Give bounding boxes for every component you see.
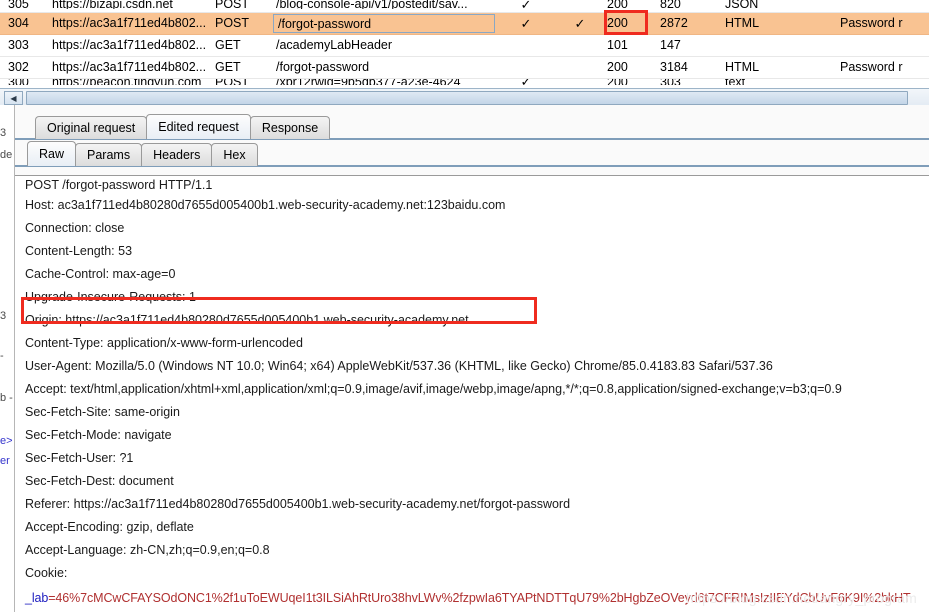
tab-response[interactable]: Response xyxy=(249,116,331,139)
row-method: GET xyxy=(215,60,241,74)
row-title: Password r xyxy=(840,16,903,30)
tab-params[interactable]: Params xyxy=(75,143,143,166)
request-header-line: Referer: https://ac3a1f711ed4b80280d7655… xyxy=(25,497,571,511)
row-path: /academyLabHeader xyxy=(276,38,393,52)
row-length: 2872 xyxy=(660,16,688,30)
row-id: 302 xyxy=(8,60,29,74)
row-length: 147 xyxy=(660,38,681,52)
row-id: 304 xyxy=(8,16,29,30)
row-mime: JSON xyxy=(725,0,759,9)
table-row[interactable]: 303 https://ac3a1f711ed4b802... GET/academ… xyxy=(0,35,929,57)
row-host: https://bizapi.csdn.net xyxy=(52,0,173,9)
row-host: https://ac3a1f711ed4b802... xyxy=(52,60,207,74)
tab-edited-request[interactable]: Edited request xyxy=(146,114,251,139)
row-id: 300 xyxy=(8,79,44,85)
row-method: POST xyxy=(215,79,260,85)
row-edited: ✓ xyxy=(520,0,532,9)
row-path: /forgot-password xyxy=(273,14,495,33)
row-path: /forgot-password xyxy=(276,60,370,74)
gutter-hint: e> xyxy=(0,435,13,447)
request-header-line: Accept-Encoding: gzip, deflate xyxy=(25,520,194,534)
gutter-hint: - xyxy=(0,350,4,362)
request-header-line: Accept: text/html,application/xhtml+xml,… xyxy=(25,382,842,396)
tab-raw[interactable]: Raw xyxy=(27,141,77,166)
view-tab-bar: Raw Params Headers Hex xyxy=(15,141,929,167)
row-method: GET xyxy=(215,38,241,52)
table-row[interactable]: 302 https://ac3a1f711ed4b802... GET/forgot… xyxy=(0,57,929,79)
row-length: 3184 xyxy=(660,60,688,74)
message-editor-panel: Original request Edited request Response R… xyxy=(14,105,929,613)
row-host: https://ac3a1f711ed4b802... xyxy=(52,16,207,30)
row-method: POST xyxy=(215,0,250,9)
tab-headers[interactable]: Headers xyxy=(141,143,213,166)
request-header-line: Cache-Control: max-age=0 xyxy=(25,267,176,281)
scroll-left-arrow-icon[interactable]: ◀ xyxy=(4,91,23,105)
row-length: 820 xyxy=(660,0,681,9)
left-gutter: 3 de 3 - b - e> er xyxy=(0,105,14,612)
request-header-line: User-Agent: Mozilla/5.0 (Windows NT 10.0… xyxy=(25,359,773,373)
row-mime: text xyxy=(725,79,785,85)
row-host: https://beacon.tingyun.com xyxy=(52,79,207,85)
scrollbar-thumb[interactable] xyxy=(26,91,908,105)
row-mime: HTML xyxy=(725,60,760,74)
request-header-line: Content-Type: application/x-www-form-url… xyxy=(25,336,303,350)
request-header-line: Sec-Fetch-Dest: document xyxy=(25,474,174,488)
row-title: Password r xyxy=(840,60,903,74)
row-edited: ✓ xyxy=(520,16,532,31)
row-length: 303 xyxy=(660,79,700,85)
gutter-hint: 3 xyxy=(0,310,7,322)
row-mime: HTML xyxy=(725,16,760,30)
cookie-name-lab: _lab xyxy=(25,591,49,605)
status-annotation-box xyxy=(604,10,648,35)
message-tab-bar: Original request Edited request Response xyxy=(15,114,929,140)
row-path: /blog-console-api/v1/postedit/sav... xyxy=(276,0,468,9)
row-id: 303 xyxy=(8,38,29,52)
table-row[interactable]: 304 https://ac3a1f711ed4b802... POST/forgo… xyxy=(0,13,929,35)
request-header-line: Sec-Fetch-Site: same-origin xyxy=(25,405,180,419)
row-params: ✓ xyxy=(574,16,586,31)
proxy-history-table[interactable]: 305 https://bizapi.csdn.net POST/blog-cons… xyxy=(0,0,929,92)
raw-request-viewer[interactable]: POST /forgot-password HTTP/1.1 Host: ac3… xyxy=(15,175,929,613)
watermark: https://blog.csdn.net/angry_program xyxy=(685,590,917,606)
row-id: 305 xyxy=(8,0,29,9)
gutter-hint: er xyxy=(0,455,10,467)
row-method: POST xyxy=(215,16,250,30)
row-status: 200 xyxy=(607,60,628,74)
gutter-hint: 3 xyxy=(0,127,7,139)
gutter-hint: de xyxy=(0,149,13,161)
request-header-line: Host: ac3a1f711ed4b80280d7655d005400b1.w… xyxy=(25,198,506,212)
request-header-line: Content-Length: 53 xyxy=(25,244,133,258)
request-header-line: Connection: close xyxy=(25,221,125,235)
row-path: /xbr12rwid=9b5db377-a23e-4624 xyxy=(276,79,496,85)
request-header-line: Sec-Fetch-User: ?1 xyxy=(25,451,134,465)
row-status: 101 xyxy=(607,38,628,52)
request-header-line: Sec-Fetch-Mode: navigate xyxy=(25,428,172,442)
row-host: https://ac3a1f711ed4b802... xyxy=(52,38,207,52)
row-status: 200 xyxy=(607,0,628,9)
row-status: 200 xyxy=(607,79,643,85)
gutter-hint: b - xyxy=(0,392,13,404)
table-row[interactable]: 305 https://bizapi.csdn.net POST/blog-cons… xyxy=(0,0,929,13)
host-header-annotation-box xyxy=(21,297,537,324)
row-edited: ✓ xyxy=(516,79,536,85)
request-header-line: Accept-Language: zh-CN,zh;q=0.9,en;q=0.8 xyxy=(25,543,270,557)
request-line: POST /forgot-password HTTP/1.1 xyxy=(25,178,213,192)
request-header-line: Cookie: xyxy=(25,566,68,580)
tab-hex[interactable]: Hex xyxy=(211,143,258,166)
tab-original-request[interactable]: Original request xyxy=(35,116,148,139)
